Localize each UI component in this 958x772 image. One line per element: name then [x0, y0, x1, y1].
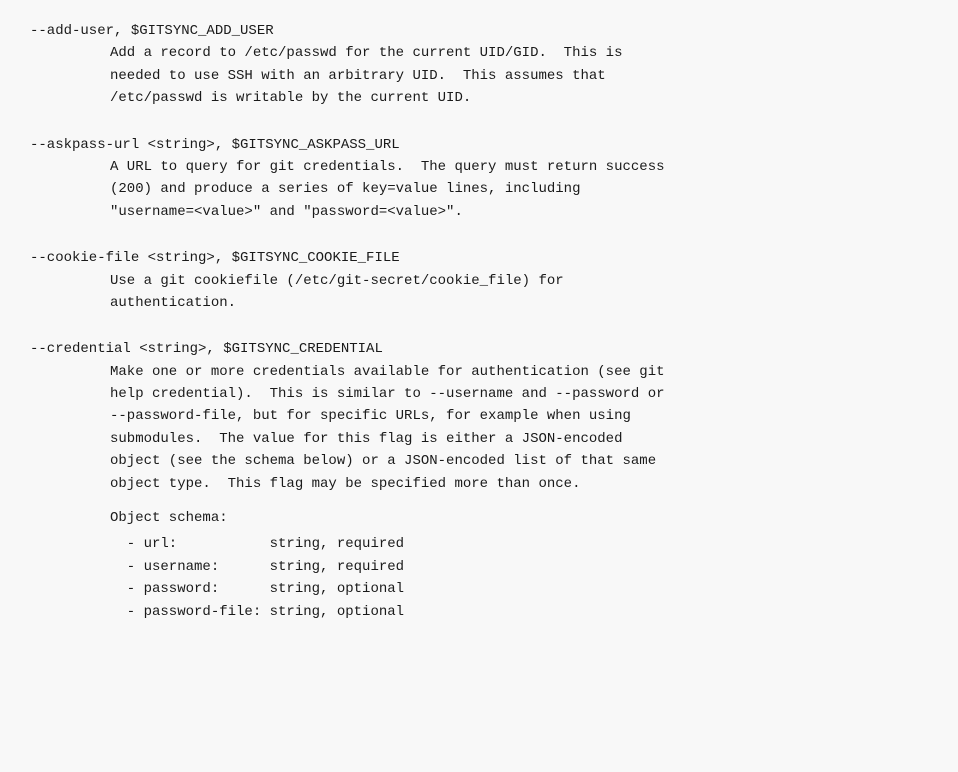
- flag-desc-credential: Make one or more credentials available f…: [30, 361, 928, 495]
- doc-container: --add-user, $GITSYNC_ADD_USER Add a recor…: [30, 20, 928, 623]
- flag-desc-line: /etc/passwd is writable by the current U…: [110, 90, 471, 106]
- flag-header-cookie-file: --cookie-file <string>, $GITSYNC_COOKIE_…: [30, 247, 928, 269]
- flag-section-cookie-file: --cookie-file <string>, $GITSYNC_COOKIE_…: [30, 247, 928, 314]
- flag-section-add-user: --add-user, $GITSYNC_ADD_USER Add a recor…: [30, 20, 928, 110]
- flag-desc-line: "username=<value>" and "password=<value>…: [110, 204, 463, 220]
- schema-title: Object schema:: [110, 507, 928, 529]
- flag-desc-line: Add a record to /etc/passwd for the curr…: [110, 45, 622, 61]
- flag-section-askpass-url: --askpass-url <string>, $GITSYNC_ASKPASS…: [30, 134, 928, 224]
- flag-desc-line: A URL to query for git credentials. The …: [110, 159, 665, 175]
- flag-header-add-user: --add-user, $GITSYNC_ADD_USER: [30, 20, 928, 42]
- flag-section-credential: --credential <string>, $GITSYNC_CREDENTI…: [30, 338, 928, 623]
- flag-desc-line: Use a git cookiefile (/etc/git-secret/co…: [110, 273, 564, 289]
- schema-row: - url: string, required: [110, 533, 928, 555]
- flag-desc-line: authentication.: [110, 295, 236, 311]
- flag-desc-line: needed to use SSH with an arbitrary UID.…: [110, 68, 606, 84]
- flag-desc-line: help credential). This is similar to --u…: [110, 386, 665, 402]
- flag-desc-line: submodules. The value for this flag is e…: [110, 431, 622, 447]
- flag-desc-askpass-url: A URL to query for git credentials. The …: [30, 156, 928, 223]
- flag-header-askpass-url: --askpass-url <string>, $GITSYNC_ASKPASS…: [30, 134, 928, 156]
- schema-row: - username: string, required: [110, 556, 928, 578]
- flag-desc-line: --password-file, but for specific URLs, …: [110, 408, 631, 424]
- schema-row: - password-file: string, optional: [110, 601, 928, 623]
- schema-row: - password: string, optional: [110, 578, 928, 600]
- flag-desc-line: (200) and produce a series of key=value …: [110, 181, 580, 197]
- flag-desc-line: object type. This flag may be specified …: [110, 476, 580, 492]
- flag-desc-add-user: Add a record to /etc/passwd for the curr…: [30, 42, 928, 109]
- flag-desc-line: object (see the schema below) or a JSON-…: [110, 453, 656, 469]
- flag-desc-line: Make one or more credentials available f…: [110, 364, 665, 380]
- schema-block-credential: Object schema: - url: string, required -…: [30, 507, 928, 623]
- flag-desc-cookie-file: Use a git cookiefile (/etc/git-secret/co…: [30, 270, 928, 315]
- flag-header-credential: --credential <string>, $GITSYNC_CREDENTI…: [30, 338, 928, 360]
